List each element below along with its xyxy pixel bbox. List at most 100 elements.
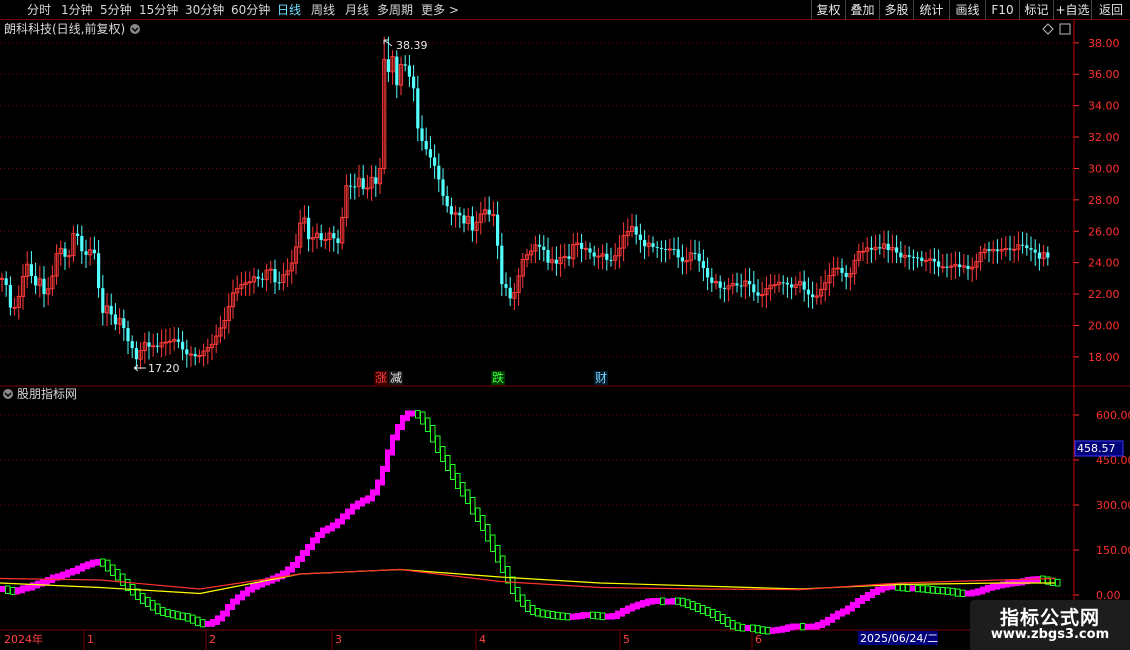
indicator-bar-down bbox=[710, 608, 716, 619]
period-toolbar: 分时 1分钟 5分钟 15分钟 30分钟 60分钟 日线 周线 月线 多周期 更多 > 复权 叠加 多股统… bbox=[0, 0, 1130, 20]
candle-body bbox=[790, 284, 794, 288]
candle-body bbox=[680, 257, 684, 262]
toolbar-action-1[interactable]: 叠加 bbox=[845, 0, 879, 20]
candle-body bbox=[163, 341, 168, 344]
indicator-tick-label: 600.00 bbox=[1096, 409, 1130, 422]
candle-body bbox=[643, 239, 647, 247]
time-label-month-4: 4 bbox=[479, 633, 486, 646]
indicator-bar-down bbox=[440, 446, 446, 462]
indicator-bar-down bbox=[430, 425, 436, 443]
candle-body bbox=[710, 277, 714, 283]
indicator-bar-up bbox=[0, 586, 5, 592]
indicator-bar-up bbox=[840, 608, 845, 617]
candle-body bbox=[349, 185, 353, 187]
candle-body bbox=[806, 289, 810, 295]
indicator-bar-down bbox=[550, 611, 556, 619]
indicator-bar-up bbox=[90, 559, 95, 568]
indicator-bar-down bbox=[600, 612, 606, 621]
indicator-bar-up bbox=[335, 518, 340, 529]
indicator-bar-up bbox=[230, 598, 235, 610]
indicator-dropdown-icon[interactable] bbox=[3, 389, 13, 399]
candle-body bbox=[185, 349, 189, 355]
indicator-bar-down bbox=[160, 607, 166, 616]
indicator-bar-down bbox=[930, 586, 936, 594]
indicator-bar-down bbox=[170, 610, 176, 619]
candle-body bbox=[34, 276, 38, 286]
price-tick-label: 34.00 bbox=[1088, 100, 1120, 113]
indicator-bar-down bbox=[450, 464, 456, 480]
period-tab-8[interactable]: 月线 bbox=[345, 0, 369, 20]
indicator-bar-down bbox=[5, 585, 11, 594]
candle-body bbox=[781, 282, 785, 284]
candle-body bbox=[546, 249, 550, 263]
candle-body bbox=[1003, 248, 1008, 251]
indicator-bar-up bbox=[250, 583, 255, 593]
candle-body bbox=[886, 243, 890, 250]
indicator-bar-down bbox=[200, 619, 206, 628]
period-tab-7[interactable]: 周线 bbox=[311, 0, 335, 20]
indicator-bar-up bbox=[325, 525, 330, 534]
toolbar-action-4[interactable]: 画线 bbox=[949, 0, 985, 20]
candle-body bbox=[844, 272, 848, 277]
period-tab-2[interactable]: 5分钟 bbox=[100, 0, 132, 20]
toolbar-action-6[interactable]: 标记 bbox=[1019, 0, 1053, 20]
event-marker-rise[interactable]: 涨 bbox=[374, 370, 388, 385]
period-tab-3[interactable]: 15分钟 bbox=[139, 0, 178, 20]
period-tab-6[interactable]: 日线 bbox=[277, 0, 301, 20]
indicator-bar-up bbox=[615, 610, 620, 619]
candle-body bbox=[12, 306, 17, 309]
candle-body bbox=[0, 277, 5, 280]
diamond-icon[interactable] bbox=[1042, 23, 1054, 35]
indicator-bar-down bbox=[475, 507, 481, 522]
indicator-bar-up bbox=[835, 610, 840, 620]
indicator-bar-up bbox=[630, 603, 635, 612]
period-tab-10[interactable]: 更多 > bbox=[421, 0, 459, 20]
candle-body bbox=[361, 178, 365, 189]
candle-body bbox=[332, 233, 336, 239]
candle-body bbox=[134, 348, 138, 360]
candle-body bbox=[395, 56, 399, 86]
indicator-bar-up bbox=[795, 623, 800, 630]
title-dropdown-icon[interactable] bbox=[130, 24, 140, 34]
period-tab-9[interactable]: 多周期 bbox=[377, 0, 413, 20]
price-panel-title: 朗科科技(日线,前复权) bbox=[4, 21, 125, 36]
toolbar-action-2[interactable]: 多股 bbox=[879, 0, 913, 20]
indicator-bar-up bbox=[855, 598, 860, 608]
indicator-bar-up bbox=[210, 619, 215, 627]
candle-body bbox=[126, 328, 130, 342]
candle-body bbox=[802, 281, 806, 290]
candle-body bbox=[987, 249, 991, 251]
time-axis: 2024年 1 2 3 4 5 6 2025/06/24/二 bbox=[4, 631, 938, 650]
toolbar-action-5[interactable]: F10 bbox=[985, 0, 1019, 20]
period-tab-5[interactable]: 60分钟 bbox=[231, 0, 270, 20]
toolbar-action-8[interactable]: 返回 bbox=[1091, 0, 1130, 20]
period-tab-1[interactable]: 1分钟 bbox=[61, 0, 93, 20]
candle-body bbox=[701, 261, 705, 269]
candle-body bbox=[772, 284, 777, 287]
period-tab-4[interactable]: 30分钟 bbox=[185, 0, 224, 20]
indicator-bar-down bbox=[100, 558, 106, 567]
price-tick-label: 32.00 bbox=[1088, 131, 1120, 144]
candle-body bbox=[365, 187, 370, 190]
indicator-bar-down bbox=[915, 584, 921, 593]
indicator-bar-up bbox=[850, 601, 855, 612]
toolbar-action-7[interactable]: +自选 bbox=[1053, 0, 1091, 20]
indicator-bar-down bbox=[175, 611, 181, 620]
indicator-bar-down bbox=[700, 605, 706, 615]
period-tab-0[interactable]: 分时 bbox=[27, 0, 51, 20]
toolbar-action-3[interactable]: 统计 bbox=[913, 0, 949, 20]
indicator-bar-up bbox=[580, 612, 585, 619]
watermark-title: 指标公式网 bbox=[999, 607, 1100, 629]
event-marker-fall[interactable]: 跌 bbox=[491, 370, 505, 385]
toolbar-action-0[interactable]: 复权 bbox=[811, 0, 845, 20]
candle-body bbox=[916, 257, 920, 259]
event-marker-finance[interactable]: 财 bbox=[594, 371, 608, 385]
candle-body bbox=[319, 233, 323, 241]
panel-maximize-icon[interactable] bbox=[1059, 23, 1071, 35]
indicator-bar-up bbox=[365, 495, 370, 504]
event-marker-reduce[interactable]: 减 bbox=[389, 371, 403, 385]
candle-body bbox=[260, 278, 264, 280]
candle-body bbox=[722, 287, 726, 290]
price-axis: 18.00 20.00 22.00 24.00 26.00 28.00 30.00 32.00… bbox=[1074, 37, 1120, 364]
candle-body bbox=[374, 177, 378, 184]
